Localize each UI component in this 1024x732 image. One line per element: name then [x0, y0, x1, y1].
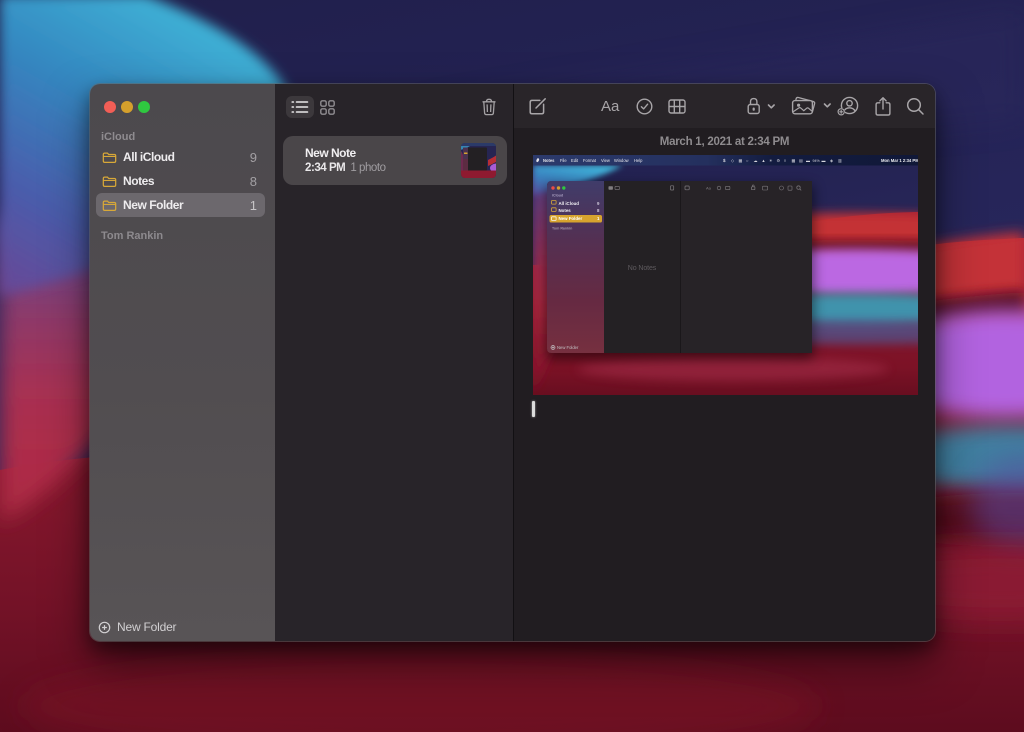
svg-text:Notes: Notes: [543, 158, 555, 163]
svg-text:View: View: [601, 158, 610, 163]
svg-text:$: $: [723, 158, 726, 163]
svg-text:All iCloud: All iCloud: [559, 201, 580, 206]
svg-text:Mon Mar 1 2:34 PM: Mon Mar 1 2:34 PM: [881, 158, 918, 163]
svg-text:▩: ▩: [739, 158, 743, 163]
svg-text:New Folder: New Folder: [557, 345, 579, 350]
svg-text:Aa: Aa: [706, 186, 712, 191]
svg-text:☁: ☁: [754, 158, 758, 163]
svg-text:▬: ▬: [822, 158, 826, 163]
svg-text:Notes: Notes: [559, 208, 572, 213]
svg-text:New Folder: New Folder: [559, 216, 583, 221]
svg-text:▩: ▩: [792, 158, 796, 163]
svg-text:Window: Window: [614, 158, 629, 163]
svg-text:iCloud: iCloud: [552, 194, 563, 198]
svg-text:▤: ▤: [799, 158, 803, 163]
svg-text:No Notes: No Notes: [628, 265, 657, 272]
svg-text:Help: Help: [634, 158, 643, 163]
svg-text:▬: ▬: [806, 158, 810, 163]
svg-text:▥: ▥: [838, 158, 842, 163]
svg-text:⚙: ⚙: [777, 158, 781, 163]
svg-text:☀: ☀: [769, 158, 773, 163]
svg-text:Format: Format: [583, 158, 597, 163]
svg-text:▲: ▲: [762, 158, 766, 163]
svg-text:94%: 94%: [813, 159, 821, 163]
svg-text:Tom Rankin: Tom Rankin: [552, 227, 572, 231]
svg-text:Edit: Edit: [571, 158, 579, 163]
svg-text:File: File: [560, 158, 567, 163]
svg-text:◊: ◊: [784, 158, 786, 163]
